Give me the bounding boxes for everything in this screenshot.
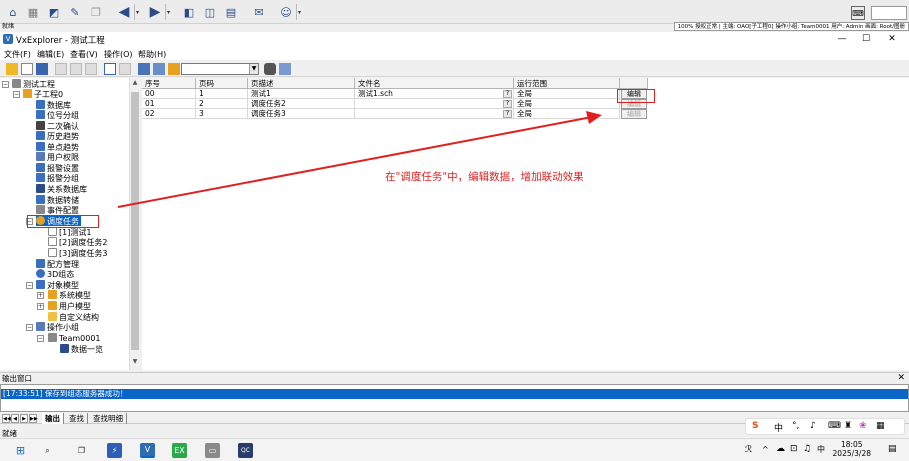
mic-icon[interactable]: ♪ — [810, 421, 816, 431]
output-line[interactable]: [17:33:51] 保存到组态服务器成功！ — [1, 389, 908, 399]
tray-chevron-icon[interactable]: ^ — [762, 445, 769, 454]
ex-app-icon[interactable]: EX — [172, 443, 187, 458]
ime-toolbar: S 中 °, ♪ ⌨ ♜ ❀ ▦ — [745, 418, 905, 435]
windows-start-icon[interactable]: ⊞ — [13, 443, 28, 458]
clock-time: 18:05 — [840, 440, 863, 449]
taskbar: ⊞ ⌕ ❐ ⚡ V EX ▭ QC ℛ ^ ☁ ⊡ ♫ 中 ▤ — [0, 438, 909, 461]
last-tab-icon[interactable]: ▶▶ — [29, 414, 38, 423]
sogou-icon[interactable]: S — [752, 421, 758, 431]
qc-app-icon[interactable]: QC — [238, 443, 253, 458]
volume-icon[interactable]: ♫ — [803, 444, 811, 454]
tab-find[interactable]: 查找 — [66, 413, 88, 424]
tab-output[interactable]: 输出 — [42, 413, 64, 424]
machine-app-icon[interactable]: ▭ — [205, 443, 220, 458]
tray-language[interactable]: 中 — [817, 444, 825, 455]
toolbox-icon[interactable]: ▦ — [876, 421, 885, 431]
output-close-button[interactable]: ✕ — [897, 372, 905, 384]
shirt-icon[interactable]: ♜ — [844, 421, 852, 431]
search-icon[interactable]: ⌕ — [40, 443, 55, 458]
output-panel-title: 输出窗口 — [0, 372, 909, 384]
annotation-text: 在"调度任务"中，编辑数据，增加联动效果 — [385, 171, 584, 183]
prev-tab-icon[interactable]: ◀ — [11, 414, 19, 423]
clock-date: 2025/3/28 — [832, 449, 871, 458]
keyboard-icon[interactable]: ⌨ — [828, 421, 841, 431]
output-panel: [17:33:51] 保存到组态服务器成功！ — [0, 384, 909, 412]
cloud-icon[interactable]: ☁ — [776, 444, 785, 454]
punctuation-icon[interactable]: °, — [792, 421, 799, 431]
app-pinned-icon[interactable]: ⚡ — [107, 443, 122, 458]
next-tab-icon[interactable]: ▶ — [20, 414, 28, 423]
skin-icon[interactable]: ❀ — [859, 421, 867, 431]
ime-language[interactable]: 中 — [774, 421, 783, 434]
people-icon[interactable]: ℛ — [745, 445, 752, 455]
network-icon[interactable]: ⊡ — [790, 444, 798, 454]
task-view-icon[interactable]: ❐ — [74, 443, 89, 458]
taskbar-clock[interactable]: 18:05 2025/3/28 — [833, 440, 871, 458]
vxexplorer-task-icon[interactable]: V — [140, 443, 155, 458]
notification-icon[interactable]: ▤ — [888, 444, 897, 454]
first-tab-icon[interactable]: ◀◀ — [2, 414, 11, 423]
tab-find-detail[interactable]: 查找明细 — [90, 413, 127, 424]
